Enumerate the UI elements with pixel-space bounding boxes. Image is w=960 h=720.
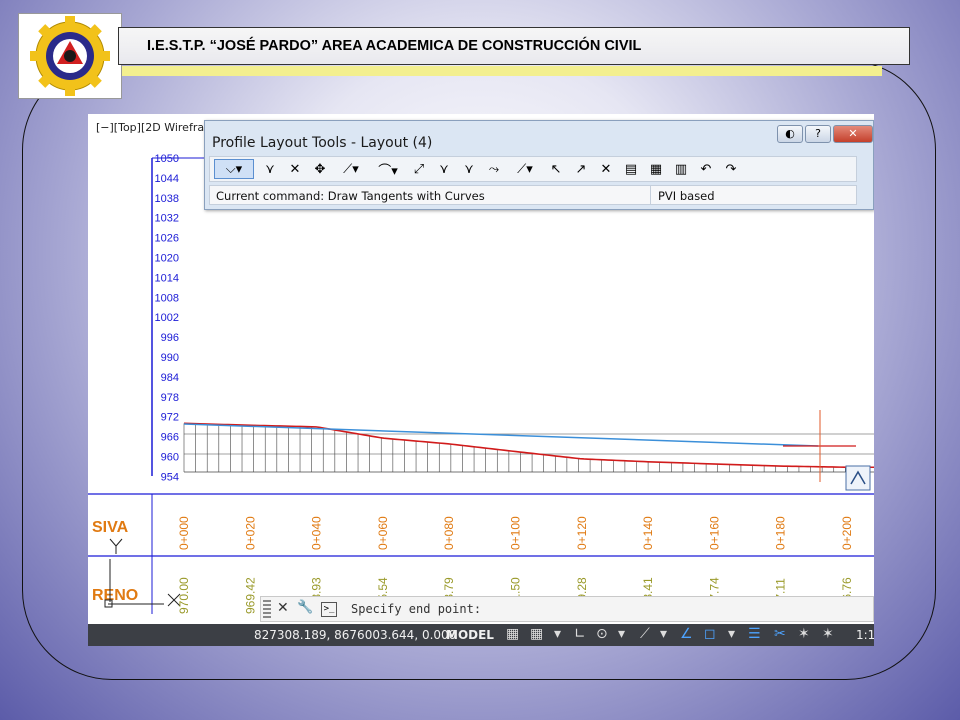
copy-profile-icon[interactable]: ⤳ [485, 160, 503, 178]
elevation-label: 972 [161, 412, 179, 424]
station-label: 0+180 [774, 516, 788, 550]
gear-emblem-icon [30, 16, 110, 96]
elevation-label: 978 [161, 392, 179, 404]
status-bar: 827308.189, 8676003.644, 0.000 MODEL ▦ ▦… [88, 624, 874, 646]
table-view-icon[interactable]: ▥ [672, 160, 690, 178]
design-profile-line [183, 423, 819, 447]
viewcube-icon [845, 465, 871, 491]
profile-tools-title: Profile Layout Tools - Layout (4) [212, 135, 433, 151]
selection-cycling-icon[interactable]: ✂ [774, 626, 786, 642]
elevation-label: 1044 [155, 173, 179, 185]
snap-toggle-icon[interactable]: ▦ [530, 626, 543, 642]
polar-tracking-icon[interactable]: ⊙ [596, 626, 608, 642]
elevation-label: 1038 [155, 193, 179, 205]
isodraft-icon[interactable]: ⟋ [640, 626, 650, 642]
band-label-terreno: RENO [92, 587, 138, 604]
title-accent-bar [122, 66, 882, 76]
elevation-label: 984 [161, 372, 179, 384]
grid-toggle-icon[interactable]: ▦ [506, 626, 519, 642]
station-label: 0+160 [707, 516, 721, 550]
elevation-label: 996 [161, 332, 179, 344]
isodraft-dropdown-icon[interactable]: ▾ [660, 626, 667, 642]
header-title-box: I.E.S.T.P. “JOSÉ PARDO” AREA ACADEMICA D… [118, 27, 910, 65]
profile-grid-icon[interactable]: ▤ [622, 160, 640, 178]
curve-icon[interactable]: ⌒▾ [373, 160, 403, 179]
elevation-label: 960 [161, 452, 179, 464]
pvi-mode-text: PVI based [658, 189, 715, 203]
elevation-label: 1026 [155, 233, 179, 245]
profile-tools-status: Current command: Draw Tangents with Curv… [209, 185, 857, 205]
command-line-grip[interactable] [263, 600, 271, 618]
station-label: 0+040 [310, 516, 324, 550]
profile-tools-toolbar: ⌵▾ ⋎ ✕ ✥ ⟋▾ ⌒▾ ⤢ ⋎ ⋎ ⤳ ⟋▾ ↖ ↗ ✕ ▤ ▦ ▥ ↶ … [209, 156, 857, 182]
elevation-label: 1014 [155, 272, 179, 284]
annotation-scale[interactable]: 1:10 [856, 628, 874, 642]
profile-layout-tools-window[interactable]: Profile Layout Tools - Layout (4) ◐ ? ✕ … [204, 120, 874, 210]
entity-table-icon[interactable]: ✕ [597, 160, 615, 178]
current-command-text: Current command: Draw Tangents with Curv… [216, 189, 485, 203]
close-button[interactable]: ✕ [833, 125, 873, 143]
station-label: 0+000 [177, 516, 191, 550]
command-prompt-icon: >_ [321, 602, 337, 617]
model-space-button[interactable]: MODEL [446, 628, 494, 642]
snap-dropdown-icon[interactable]: ▾ [554, 626, 561, 642]
institution-logo [18, 13, 122, 99]
undo-icon[interactable]: ↶ [697, 160, 715, 178]
elevation-label: 1002 [155, 312, 179, 324]
insert-pvi-icon[interactable]: ⋎ [261, 160, 279, 178]
elevation-label: 1020 [155, 253, 179, 265]
pin-button[interactable]: ◐ [777, 125, 803, 143]
ortho-icon[interactable]: ∟ [574, 626, 586, 642]
delete-sub-entity-icon[interactable]: ↗ [572, 160, 590, 178]
civil3d-screenshot: [−][Top][2D Wirefra 1050 1044 1038 1032 1026… [88, 114, 874, 646]
page-title: I.E.S.T.P. “JOSÉ PARDO” AREA ACADEMICA D… [147, 38, 642, 54]
lineweight-icon[interactable]: ☰ [748, 626, 761, 642]
coordinate-readout: 827308.189, 8676003.644, 0.000 [254, 628, 457, 642]
ground-elevation-label: 970.00 [177, 577, 191, 614]
move-pvi-icon[interactable]: ✥ [311, 160, 329, 178]
annotation-autoscale-icon[interactable]: ✶ [822, 626, 834, 642]
grid-view-icon[interactable]: ▦ [647, 160, 665, 178]
object-snap-tracking-icon[interactable]: ∠ [680, 626, 693, 642]
station-label: 0+080 [442, 516, 456, 550]
station-label: 0+100 [509, 516, 523, 550]
close-command-icon[interactable]: ✕ [277, 600, 289, 616]
draw-tangents-icon[interactable]: ⌵▾ [214, 159, 254, 179]
help-button[interactable]: ? [805, 125, 831, 143]
free-vertical-curve-icon[interactable]: ⤢ [410, 160, 428, 178]
raise-lower-pvi-icon[interactable]: ⋎ [435, 160, 453, 178]
station-label: 0+060 [376, 516, 390, 550]
osnap-dropdown-icon[interactable]: ▾ [728, 626, 735, 642]
profile-grid [183, 423, 874, 473]
elevation-labels: 1050 1044 1038 1032 1026 1020 1014 1008 1002 996 9… [155, 153, 179, 483]
elevation-label: 1050 [155, 153, 179, 165]
customize-wrench-icon[interactable]: 🔧 [297, 600, 313, 615]
redo-icon[interactable]: ↷ [722, 160, 740, 178]
object-snap-icon[interactable]: ◻ [704, 626, 716, 642]
elevation-label: 990 [161, 352, 179, 364]
elevation-label: 1008 [155, 292, 179, 304]
annotation-visibility-icon[interactable]: ✶ [798, 626, 810, 642]
delete-pvi-icon[interactable]: ✕ [286, 160, 304, 178]
elevation-label: 954 [161, 471, 179, 483]
station-label: 0+140 [641, 516, 655, 550]
command-line[interactable]: ✕ 🔧 >_ Specify end point: [260, 596, 874, 622]
station-label: 0+120 [575, 516, 589, 550]
select-pvi-icon[interactable]: ⟋▾ [510, 160, 540, 178]
station-label: 0+200 [840, 516, 854, 550]
ground-elevation-label: 969.42 [243, 577, 257, 614]
elevation-label: 1032 [155, 213, 179, 225]
delete-entity-icon[interactable]: ↖ [547, 160, 565, 178]
insert-pvi-tabular-icon[interactable]: ⋎ [460, 160, 478, 178]
elevation-label: 966 [161, 432, 179, 444]
station-labels: 0+000 0+020 0+040 0+060 0+080 0+100 0+120 0+140… [177, 516, 854, 550]
tangent-icon[interactable]: ⟋▾ [336, 160, 366, 178]
station-label: 0+020 [243, 516, 257, 550]
band-label-progresiva: SIVA [92, 519, 129, 536]
command-prompt-text[interactable]: Specify end point: [351, 602, 481, 616]
polar-dropdown-icon[interactable]: ▾ [618, 626, 625, 642]
existing-ground-profile [183, 422, 874, 469]
